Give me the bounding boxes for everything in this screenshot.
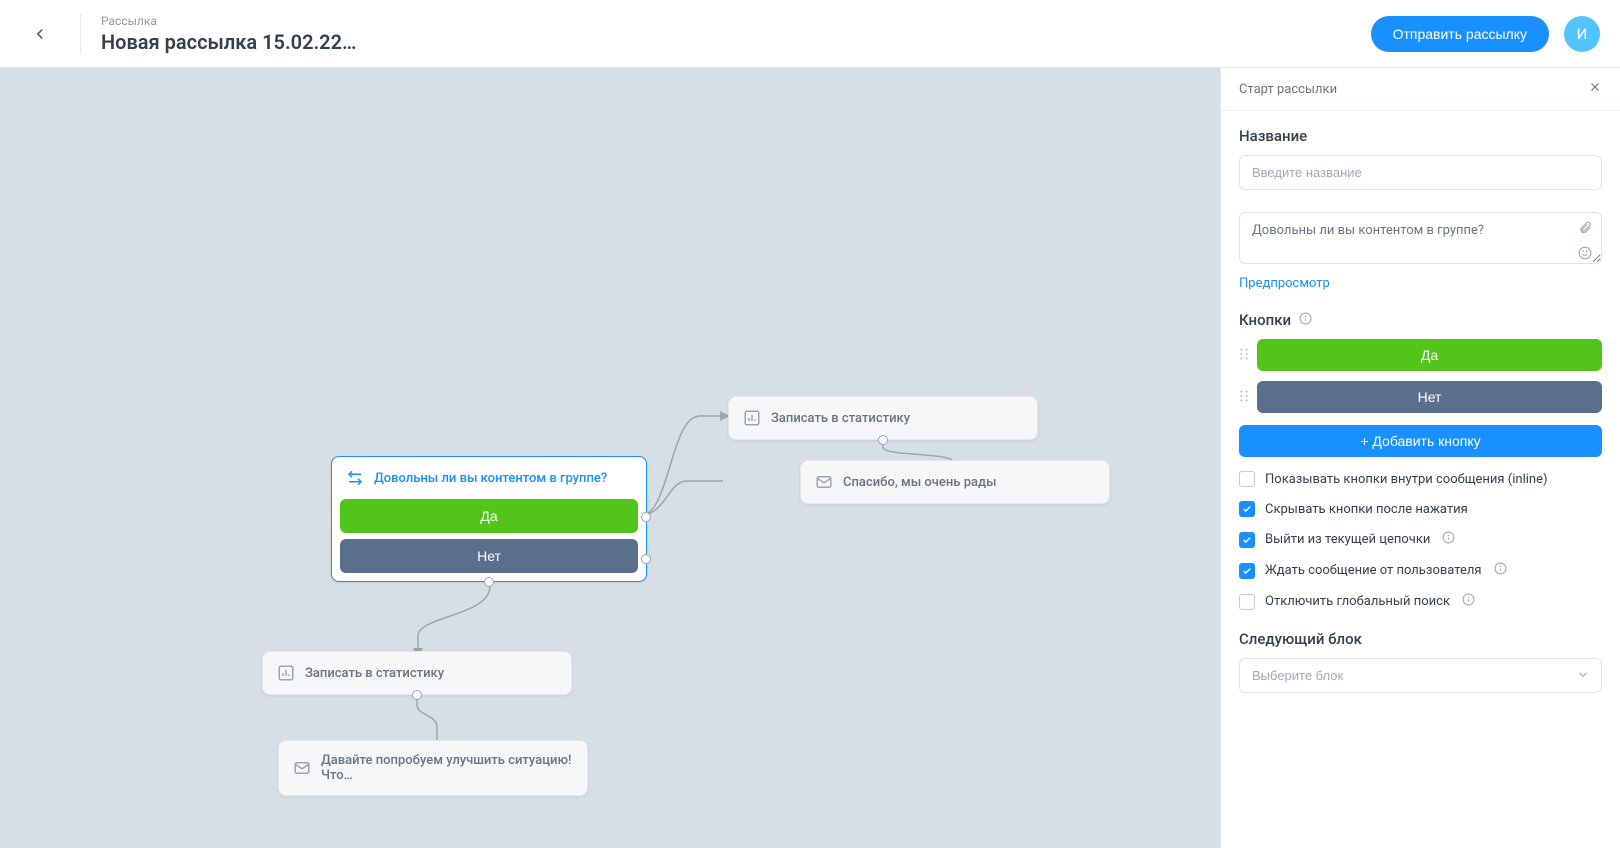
node-thanks-title: Спасибо, мы очень рады — [843, 475, 997, 490]
checkbox-label: Скрывать кнопки после нажатия — [1265, 502, 1468, 517]
divider — [80, 14, 81, 54]
checkbox-row: Ждать сообщение от пользователя — [1239, 562, 1602, 579]
send-button[interactable]: Отправить рассылку — [1371, 16, 1549, 52]
mail-icon — [293, 759, 311, 777]
checkbox-label: Ждать сообщение от пользователя — [1265, 563, 1482, 578]
port-bottom[interactable] — [484, 577, 494, 587]
checkbox-row: Выйти из текущей цепочки — [1239, 531, 1602, 548]
checkbox-4[interactable] — [1239, 594, 1255, 610]
avatar[interactable]: И — [1564, 16, 1600, 52]
next-block-label: Следующий блок — [1239, 630, 1602, 648]
checkbox-label: Показывать кнопки внутри сообщения (inli… — [1265, 472, 1548, 487]
back-button[interactable] — [20, 14, 60, 54]
connector-yes — [637, 511, 737, 531]
message-textarea[interactable] — [1239, 212, 1602, 264]
node-btn-no[interactable]: Нет — [340, 539, 638, 573]
checkbox-1[interactable] — [1239, 501, 1255, 517]
drag-handle-icon[interactable] — [1239, 388, 1249, 407]
node-btn-yes[interactable]: Да — [340, 499, 638, 533]
close-button[interactable] — [1588, 80, 1602, 98]
info-icon[interactable] — [1299, 311, 1312, 329]
chevron-left-icon — [31, 25, 49, 43]
checkbox-3[interactable] — [1239, 563, 1255, 579]
buttons-label: Кнопки — [1239, 311, 1291, 329]
node-stat2-title: Записать в статистику — [305, 666, 444, 681]
name-label: Название — [1239, 127, 1602, 145]
name-input[interactable] — [1239, 155, 1602, 190]
info-icon[interactable] — [1494, 562, 1507, 579]
node-improve[interactable]: Давайте попробуем улучшить ситуацию! Что… — [278, 740, 588, 796]
node-stat2[interactable]: Записать в статистику — [262, 651, 572, 695]
info-icon[interactable] — [1442, 531, 1455, 548]
drag-handle-icon[interactable] — [1239, 346, 1249, 365]
connector-yes — [640, 396, 740, 486]
panel-title: Старт рассылки — [1239, 82, 1337, 97]
port-no[interactable] — [641, 554, 651, 564]
checkbox-2[interactable] — [1239, 532, 1255, 548]
page-title: Новая рассылка 15.02.22… — [101, 30, 1371, 54]
attachment-icon[interactable] — [1578, 220, 1592, 239]
button-row: Да — [1239, 339, 1602, 371]
port-bottom[interactable] — [412, 690, 422, 700]
breadcrumb: Рассылка — [101, 14, 1371, 28]
node-start-title: Довольны ли вы контентом в группе? — [374, 471, 607, 486]
node-improve-title: Давайте попробуем улучшить ситуацию! Что… — [321, 753, 573, 783]
side-panel: Старт рассылки Название Предпросмотр Кно… — [1220, 68, 1620, 848]
checkbox-row: Показывать кнопки внутри сообщения (inli… — [1239, 471, 1602, 487]
checkbox-0[interactable] — [1239, 471, 1255, 487]
checkbox-label: Выйти из текущей цепочки — [1265, 532, 1430, 547]
chart-icon — [277, 664, 295, 682]
checkbox-label: Отключить глобальный поиск — [1265, 594, 1450, 609]
preview-link[interactable]: Предпросмотр — [1239, 276, 1330, 291]
swap-icon — [346, 469, 364, 487]
close-icon — [1588, 80, 1602, 94]
button-row: Нет — [1239, 381, 1602, 413]
emoji-icon[interactable] — [1578, 245, 1592, 264]
node-thanks[interactable]: Спасибо, мы очень рады — [800, 460, 1110, 504]
title-block: Рассылка Новая рассылка 15.02.22… — [101, 14, 1371, 54]
node-start[interactable]: Довольны ли вы контентом в группе? Да Не… — [331, 456, 647, 582]
info-icon[interactable] — [1462, 593, 1475, 610]
node-stat1-title: Записать в статистику — [771, 411, 910, 426]
checkbox-row: Отключить глобальный поиск — [1239, 593, 1602, 610]
add-button-btn[interactable]: + Добавить кнопку — [1239, 425, 1602, 457]
button-option-0[interactable]: Да — [1257, 339, 1602, 371]
chart-icon — [743, 409, 761, 427]
button-option-1[interactable]: Нет — [1257, 381, 1602, 413]
port-yes[interactable] — [641, 512, 651, 522]
checkbox-row: Скрывать кнопки после нажатия — [1239, 501, 1602, 517]
next-block-select[interactable]: Выберите блок — [1239, 658, 1602, 693]
node-stat1[interactable]: Записать в статистику — [728, 396, 1038, 440]
port-bottom[interactable] — [878, 435, 888, 445]
mail-icon — [815, 473, 833, 491]
header: Рассылка Новая рассылка 15.02.22… Отправ… — [0, 0, 1620, 68]
